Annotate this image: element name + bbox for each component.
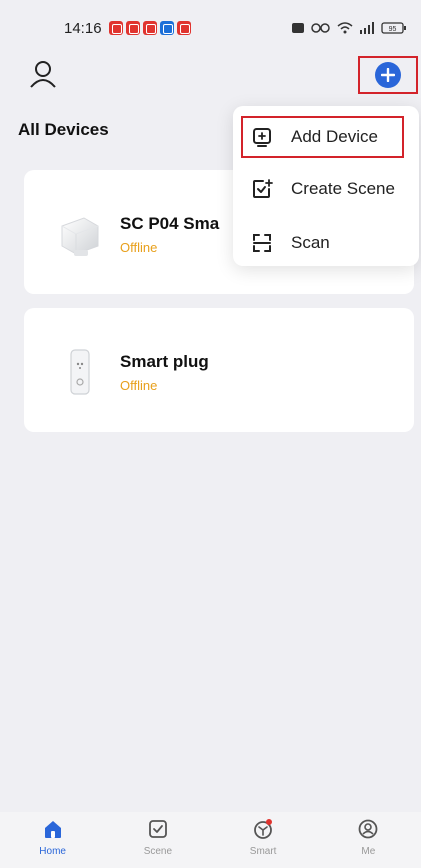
tab-scene[interactable]: Scene bbox=[118, 812, 198, 868]
page-title: All Devices bbox=[18, 120, 109, 139]
scene-icon bbox=[148, 820, 167, 838]
notification-icon bbox=[125, 21, 140, 35]
plus-icon bbox=[381, 68, 395, 82]
add-menu: Add Device Create Scene Scan bbox=[233, 106, 419, 266]
tab-label: Home bbox=[39, 846, 66, 857]
tab-home[interactable]: Home bbox=[13, 812, 93, 868]
smart-plug-switch-icon bbox=[70, 349, 90, 395]
wifi-icon bbox=[337, 22, 353, 34]
device-name: Smart plug bbox=[120, 352, 209, 371]
vibrate-icon bbox=[311, 23, 330, 33]
menu-item-label: Create Scene bbox=[291, 179, 395, 198]
notification-icon bbox=[142, 21, 157, 35]
menu-item-label: Scan bbox=[291, 233, 330, 252]
alarm-icon bbox=[292, 23, 304, 33]
profile-icon[interactable] bbox=[28, 58, 58, 90]
device-status: Offline bbox=[120, 240, 158, 255]
home-icon bbox=[44, 821, 61, 838]
status-time: 14:16 bbox=[64, 19, 102, 37]
tab-label: Smart bbox=[249, 846, 277, 857]
tab-label: Me bbox=[361, 846, 376, 857]
menu-item-create-scene[interactable]: Create Scene bbox=[233, 166, 419, 212]
status-bar: 14:16 95 bbox=[0, 0, 421, 56]
smart-plug-icon bbox=[61, 217, 99, 256]
tab-label: Scene bbox=[143, 846, 173, 857]
add-button-highlight bbox=[358, 56, 418, 94]
header bbox=[0, 56, 421, 96]
signal-icon bbox=[360, 22, 374, 34]
tab-smart[interactable]: Smart bbox=[223, 812, 303, 868]
add-button[interactable] bbox=[375, 62, 401, 88]
notification-icon bbox=[176, 21, 191, 35]
tab-bar: Home Scene Smart Me bbox=[0, 812, 421, 868]
create-scene-icon bbox=[253, 179, 273, 198]
scan-icon bbox=[253, 234, 271, 252]
battery-icon: 95 bbox=[381, 22, 406, 34]
device-card[interactable]: Smart plug Offline bbox=[24, 308, 414, 432]
notification-icon bbox=[108, 21, 123, 35]
me-icon bbox=[358, 819, 378, 839]
add-device-highlight bbox=[241, 116, 404, 158]
menu-item-scan[interactable]: Scan bbox=[233, 220, 419, 266]
status-left: 14:16 bbox=[64, 20, 191, 37]
device-name: SC P04 Sma bbox=[120, 214, 220, 233]
battery-level: 95 bbox=[389, 26, 397, 33]
status-right: 95 bbox=[291, 21, 407, 35]
tab-me[interactable]: Me bbox=[328, 812, 408, 868]
notification-icon bbox=[159, 21, 174, 35]
device-status: Offline bbox=[120, 378, 158, 393]
smart-icon bbox=[254, 819, 273, 839]
